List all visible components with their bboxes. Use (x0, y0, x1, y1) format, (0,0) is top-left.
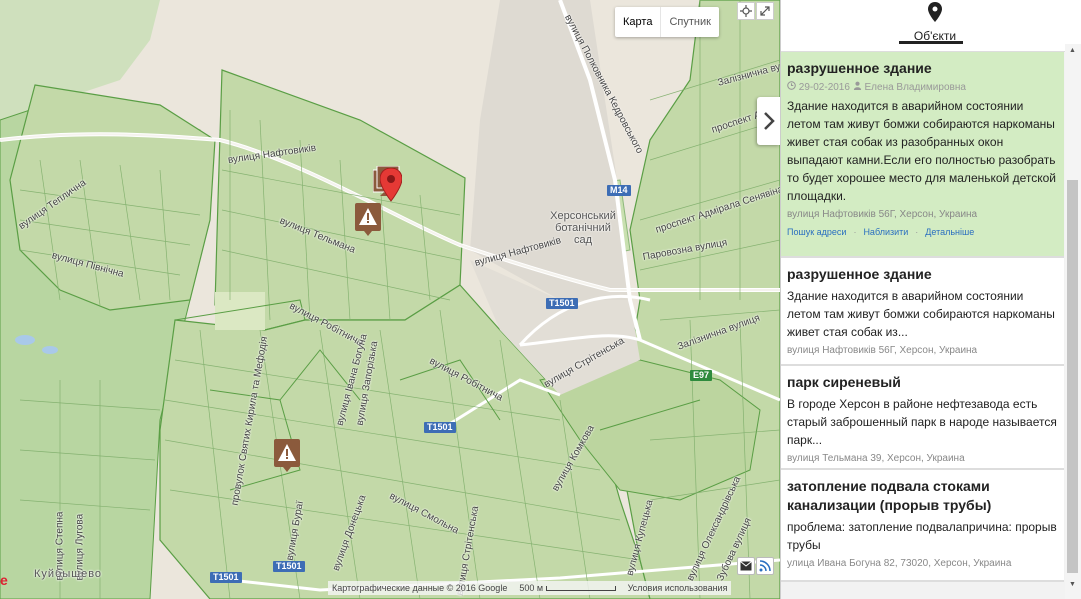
scroll-down-icon[interactable]: ▼ (1067, 580, 1078, 590)
item-address: вулиця Нафтовиків 56Г, Херсон, Украина (787, 209, 978, 220)
scrollbar-thumb[interactable] (1067, 180, 1078, 573)
item-address: вулиця Тельмана 39, Херсон, Украина (787, 453, 965, 464)
search-address-link[interactable]: Пошук адреси (787, 227, 846, 237)
item-description: Здание находится в аварийном состоянии л… (787, 99, 1056, 203)
objects-list[interactable]: разрушенное здание 29-02-2016 Елена Влад… (781, 52, 1064, 599)
list-item[interactable]: парк сиреневый В городе Херсон в районе … (781, 366, 1064, 470)
list-item[interactable]: разрушенное здание Здание находится в ав… (781, 258, 1064, 366)
locate-icon[interactable] (737, 2, 755, 20)
selected-location-pin[interactable] (379, 167, 403, 207)
map-view[interactable]: вулиця Нафтовиків вулиця Нафтовиків вули… (0, 0, 780, 599)
collapse-sidebar-button[interactable] (757, 97, 780, 145)
item-title[interactable]: разрушенное здание (787, 265, 1058, 284)
road-shield: Т1501 (210, 572, 242, 583)
fullscreen-icon[interactable] (756, 2, 774, 20)
item-title[interactable]: затопление подвала стоками канализации (… (787, 477, 1058, 515)
item-title[interactable]: разрушенное здание (787, 59, 1058, 78)
map-pin-icon (928, 2, 942, 22)
terms-link[interactable]: Условия использования (628, 583, 728, 593)
details-link[interactable]: Детальніше (925, 227, 974, 237)
item-date: 29-02-2016 (798, 82, 850, 93)
road-shield: Т1501 (424, 422, 456, 433)
map-attribution: Картографические данные © 2016 Google 50… (328, 581, 732, 595)
list-item-selected[interactable]: разрушенное здание 29-02-2016 Елена Влад… (781, 52, 1064, 258)
road-shield: Е97 (690, 370, 713, 381)
road-shield: Т1501 (273, 561, 305, 572)
maptype-map-button[interactable]: Карта (615, 7, 662, 37)
clock-icon (787, 81, 796, 90)
item-author: Елена Владимировна (864, 82, 966, 93)
item-address: вулиця Нафтовиків 56Г, Херсон, Украина (787, 345, 978, 356)
mail-icon[interactable] (737, 557, 755, 575)
scroll-up-icon[interactable]: ▲ (1067, 46, 1078, 56)
item-description: проблема: затопление подвалапричина: про… (787, 520, 1057, 552)
item-address: улица Ивана Богуна 82, 73020, Херсон, Ук… (787, 558, 1012, 569)
item-meta: 29-02-2016 Елена Владимировна (787, 81, 1058, 94)
app-root: вулиця Нафтовиків вулиця Нафтовиків вули… (0, 0, 1081, 599)
district-label: Куйбышево (34, 568, 103, 580)
chevron-right-icon (763, 112, 775, 130)
attribution-text: Картографические данные © 2016 Google (332, 583, 508, 593)
item-description: В городе Херсон в районе нефтезавода ест… (787, 397, 1057, 447)
botanic-garden-label: Херсонський ботанічний сад (550, 210, 616, 246)
item-description: Здание находится в аварийном состоянии л… (787, 289, 1055, 339)
item-title[interactable]: парк сиреневый (787, 373, 1058, 392)
warning-marker[interactable] (274, 439, 300, 478)
objects-sidebar: Об'єкти разрушенное здание 29-02-2016 Ел… (780, 0, 1081, 599)
scale-bar (545, 586, 616, 592)
item-links: Пошук адреси · Наблизити · Детальніше (787, 227, 975, 237)
map-canvas[interactable] (0, 0, 780, 599)
rss-icon[interactable] (756, 557, 774, 575)
user-icon (853, 81, 861, 90)
sidebar-header: Об'єкти (781, 0, 1081, 52)
scale-label: 500 м (519, 583, 616, 593)
road-shield: Т1501 (546, 298, 578, 309)
map-type-control: Карта Спутник (615, 7, 719, 37)
google-logo-fragment: e (0, 572, 8, 588)
zoom-in-link[interactable]: Наблизити (863, 227, 908, 237)
tab-objects[interactable]: Об'єкти (907, 2, 963, 43)
maptype-satellite-button[interactable]: Спутник (661, 7, 718, 37)
list-item[interactable]: затопление подвала стоками канализации (… (781, 470, 1064, 582)
road-shield: М14 (607, 185, 631, 196)
active-tab-indicator (899, 41, 963, 44)
warning-marker[interactable] (355, 203, 381, 242)
